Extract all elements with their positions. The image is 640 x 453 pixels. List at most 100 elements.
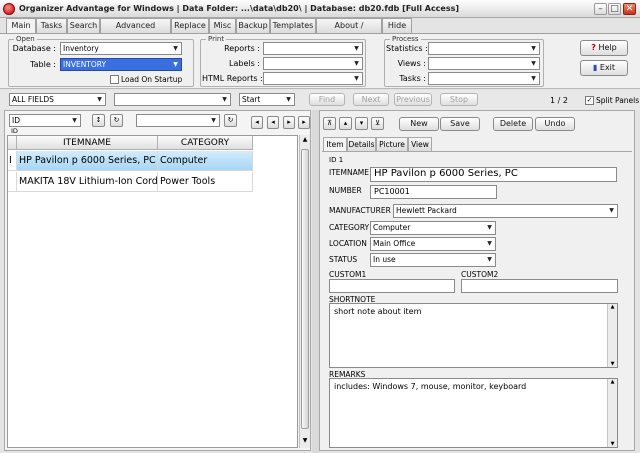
tab-details[interactable]: Details — [347, 137, 376, 151]
tab-main[interactable]: Main — [6, 18, 36, 34]
load-on-startup-checkbox[interactable] — [110, 75, 119, 84]
next-button[interactable]: Next — [353, 93, 389, 106]
up-icon[interactable]: ▴ — [339, 117, 352, 130]
remarks-scrollbar[interactable]: ▲ ▼ — [607, 379, 617, 447]
find-button[interactable]: Find — [309, 93, 345, 106]
database-select[interactable]: Inventory ▼ — [60, 42, 182, 55]
open-group-legend: Open — [14, 35, 37, 43]
tab-divider — [322, 151, 632, 152]
page-indicator: 1 / 2 — [550, 96, 568, 105]
main-toolbar-panel: Open Database : Inventory ▼ Table : INVE… — [0, 33, 640, 89]
last-record-icon[interactable]: ▸ — [298, 116, 310, 129]
column-header-itemname[interactable]: ITEMNAME — [17, 136, 158, 150]
views-select[interactable]: ▼ — [428, 57, 540, 70]
location-select[interactable]: Main Office ▼ — [370, 237, 496, 251]
prev-record-icon[interactable]: ◂ — [267, 116, 279, 129]
scroll-up-icon[interactable]: ▲ — [301, 136, 309, 146]
sort-field-select[interactable]: ID ▼ — [9, 114, 81, 127]
tab-advanced-search[interactable]: Advanced Search — [100, 18, 171, 44]
scroll-down-icon[interactable]: ▼ — [301, 437, 309, 447]
database-select-value: Inventory — [63, 44, 99, 53]
tab-about-upgrade[interactable]: About / Upgrade — [316, 18, 382, 44]
undo-button[interactable]: Undo — [535, 117, 575, 131]
refresh-icon[interactable]: ↻ — [110, 114, 123, 127]
stop-button[interactable]: Stop — [440, 93, 478, 106]
category-select[interactable]: Computer ▼ — [370, 221, 496, 235]
html-reports-label: HTML Reports : — [202, 74, 263, 83]
cell-category[interactable]: Computer — [158, 151, 253, 171]
custom2-field[interactable] — [461, 279, 618, 293]
id-label-text: ID — [329, 156, 337, 164]
minimize-button[interactable]: – — [594, 3, 607, 15]
filter-refresh-icon[interactable]: ↻ — [224, 114, 237, 127]
help-button[interactable]: ? Help — [580, 40, 628, 56]
sort-sub-label: ID — [11, 127, 18, 135]
table-select[interactable]: INVENTORY ▼ — [60, 58, 182, 71]
first-icon[interactable]: ⊼ — [323, 117, 336, 130]
tab-search[interactable]: Search — [67, 18, 100, 33]
split-panels-checkbox[interactable]: ✓ — [585, 96, 594, 105]
exit-door-icon: ▮ — [592, 63, 598, 72]
close-button[interactable]: ✕ — [623, 3, 636, 15]
tab-misc[interactable]: Misc — [209, 18, 236, 33]
search-match-select[interactable]: Start ▼ — [239, 93, 295, 106]
exit-button[interactable]: ▮ Exit — [580, 60, 628, 76]
labels-select[interactable]: ▼ — [263, 57, 363, 70]
record-detail-pane: ⊼ ▴ ▾ ⊻ New Save Delete Undo Item Detail… — [319, 110, 635, 451]
sort-order-icon[interactable]: ↕ — [92, 114, 105, 127]
cell-itemname[interactable]: HP Pavilon p 6000 Series, PC — [17, 151, 158, 171]
scroll-down-icon[interactable]: ▼ — [608, 361, 617, 367]
tab-item[interactable]: Item — [323, 137, 347, 152]
database-label: Database : — [12, 44, 56, 53]
status-select[interactable]: In use ▼ — [370, 253, 496, 267]
window-title: Organizer Advantage for Windows | Data F… — [19, 4, 460, 13]
manufacturer-select[interactable]: Hewlett Packard ▼ — [393, 204, 618, 218]
tab-tasks[interactable]: Tasks — [36, 18, 67, 33]
tab-templates[interactable]: Templates — [270, 18, 316, 33]
tab-view[interactable]: View — [408, 137, 432, 151]
scrollbar-thumb[interactable] — [301, 149, 309, 429]
chevron-down-icon: ▼ — [97, 96, 102, 103]
filter-select[interactable]: ▼ — [136, 114, 220, 127]
reports-select[interactable]: ▼ — [263, 42, 363, 55]
grid-vertical-scrollbar[interactable]: ▲ ▼ — [299, 135, 310, 448]
down-icon[interactable]: ▾ — [355, 117, 368, 130]
status-label: STATUS — [329, 255, 358, 264]
tab-backup[interactable]: Backup — [236, 18, 270, 33]
views-label: Views : — [397, 59, 426, 68]
first-record-icon[interactable]: ◂ — [251, 116, 263, 129]
itemname-label: ITEMNAME — [329, 168, 369, 177]
cell-category[interactable]: Power Tools — [158, 172, 253, 192]
tasks-select[interactable]: ▼ — [428, 72, 540, 85]
remarks-text: includes: Windows 7, mouse, monitor, key… — [334, 382, 527, 391]
cell-itemname[interactable]: MAKITA 18V Lithium-Ion Cordless — [17, 172, 158, 192]
scroll-down-icon[interactable]: ▼ — [608, 441, 617, 447]
statistics-select[interactable]: ▼ — [428, 42, 540, 55]
search-row: ALL FIELDS ▼ ▼ Start ▼ Find Next Previou… — [0, 90, 640, 110]
location-label: LOCATION — [329, 239, 367, 248]
search-text-input[interactable]: ▼ — [114, 93, 231, 106]
number-field[interactable]: PC10001 — [370, 185, 497, 199]
last-icon[interactable]: ⊻ — [371, 117, 384, 130]
panel-splitter[interactable] — [312, 110, 319, 453]
tab-replace[interactable]: Replace — [171, 18, 209, 33]
itemname-field[interactable]: HP Pavilon p 6000 Series, PC — [370, 167, 617, 182]
delete-button[interactable]: Delete — [493, 117, 533, 131]
scroll-up-icon[interactable]: ▲ — [608, 304, 617, 310]
shortnote-scrollbar[interactable]: ▲ ▼ — [607, 304, 617, 367]
scroll-up-icon[interactable]: ▲ — [608, 379, 617, 385]
shortnote-textarea[interactable]: short note about item ▲ ▼ — [329, 303, 618, 368]
remarks-textarea[interactable]: includes: Windows 7, mouse, monitor, key… — [329, 378, 618, 448]
new-button[interactable]: New — [399, 117, 439, 131]
maximize-button[interactable]: □ — [608, 3, 621, 15]
column-header-category[interactable]: CATEGORY — [158, 136, 253, 150]
save-button[interactable]: Save — [440, 117, 480, 131]
previous-button[interactable]: Previous — [394, 93, 432, 106]
html-reports-select[interactable]: ▼ — [263, 72, 363, 85]
tab-picture[interactable]: Picture — [376, 137, 408, 151]
next-record-icon[interactable]: ▸ — [283, 116, 295, 129]
tab-hide[interactable]: Hide — [382, 18, 412, 33]
custom1-field[interactable] — [329, 279, 455, 293]
category-label: CATEGORY — [329, 223, 370, 232]
search-field-select[interactable]: ALL FIELDS ▼ — [9, 93, 106, 106]
